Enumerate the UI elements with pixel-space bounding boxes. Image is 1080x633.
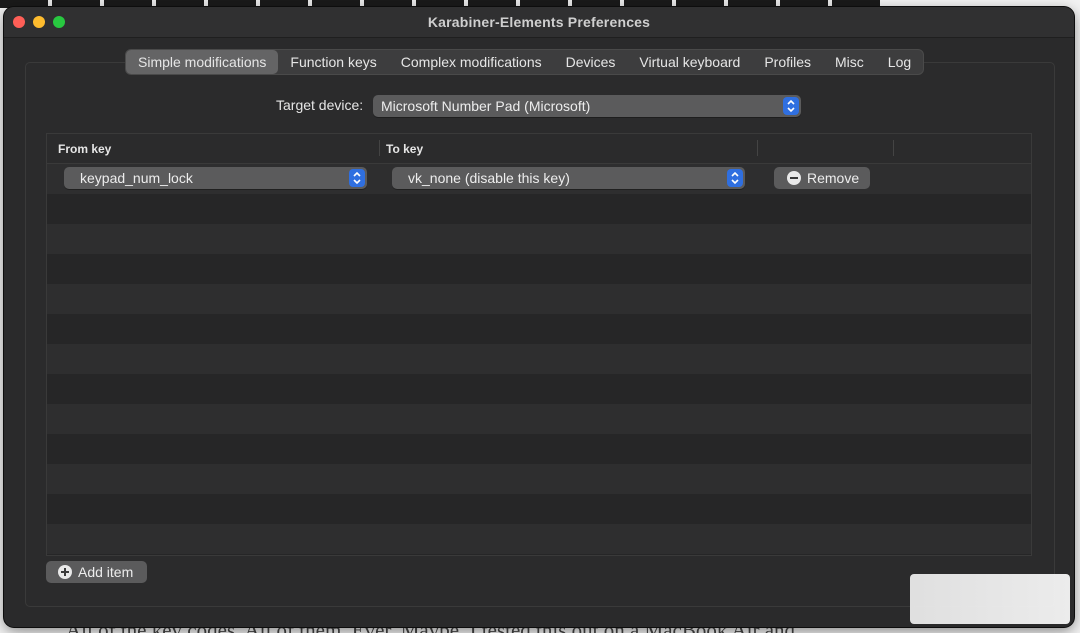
blurred-overlay <box>910 574 1070 624</box>
preferences-window: Karabiner-Elements Preferences Simple mo… <box>4 7 1074 627</box>
target-device-label: Target device: <box>276 97 364 113</box>
chevron-updown-icon <box>349 169 365 187</box>
column-header-from-key[interactable]: From key <box>58 142 111 156</box>
table-row <box>47 344 1031 374</box>
to-key-value: vk_none (disable this key) <box>408 170 570 186</box>
target-device-value: Microsoft Number Pad (Microsoft) <box>381 98 591 114</box>
tab-simple-modifications[interactable]: Simple modifications <box>126 50 279 74</box>
add-item-label: Add item <box>78 564 134 580</box>
tab-devices[interactable]: Devices <box>554 50 628 74</box>
table-row <box>47 224 1031 254</box>
tab-virtual-keyboard[interactable]: Virtual keyboard <box>627 50 752 74</box>
minus-circle-icon <box>787 171 801 185</box>
tab-function-keys[interactable]: Function keys <box>278 50 388 74</box>
column-header-to-key[interactable]: To key <box>386 142 423 156</box>
to-key-select[interactable]: vk_none (disable this key) <box>392 167 745 189</box>
chevron-updown-icon <box>783 97 799 115</box>
table-row <box>47 314 1031 344</box>
table-row <box>47 254 1031 284</box>
table-row <box>47 374 1031 404</box>
table-row <box>47 284 1031 314</box>
tab-complex-modifications[interactable]: Complex modifications <box>389 50 554 74</box>
table-row <box>47 434 1031 464</box>
tab-bar: Simple modifications Function keys Compl… <box>125 49 925 75</box>
chevron-updown-icon <box>727 169 743 187</box>
target-device-select[interactable]: Microsoft Number Pad (Microsoft) <box>373 95 801 117</box>
column-divider <box>379 140 380 156</box>
tab-misc[interactable]: Misc <box>823 50 876 74</box>
table-row <box>47 494 1031 524</box>
plus-circle-icon <box>58 565 72 579</box>
table-rows <box>47 164 1031 555</box>
add-item-button[interactable]: Add item <box>46 561 147 583</box>
table-row <box>47 554 1031 555</box>
modifications-table: From key To key <box>46 133 1032 556</box>
column-divider <box>893 140 894 156</box>
table-row <box>47 194 1031 224</box>
table-header: From key To key <box>47 134 1031 164</box>
column-divider <box>757 140 758 156</box>
tab-log[interactable]: Log <box>876 50 923 74</box>
tab-profiles[interactable]: Profiles <box>752 50 823 74</box>
remove-button-label: Remove <box>807 170 860 186</box>
table-row <box>47 524 1031 554</box>
window-title: Karabiner-Elements Preferences <box>427 14 651 30</box>
from-key-value: keypad_num_lock <box>80 170 193 186</box>
remove-button[interactable]: Remove <box>774 167 870 189</box>
table-row <box>47 404 1031 434</box>
table-row <box>47 464 1031 494</box>
title-bar[interactable]: Karabiner-Elements Preferences <box>4 7 1074 38</box>
from-key-select[interactable]: keypad_num_lock <box>64 167 367 189</box>
